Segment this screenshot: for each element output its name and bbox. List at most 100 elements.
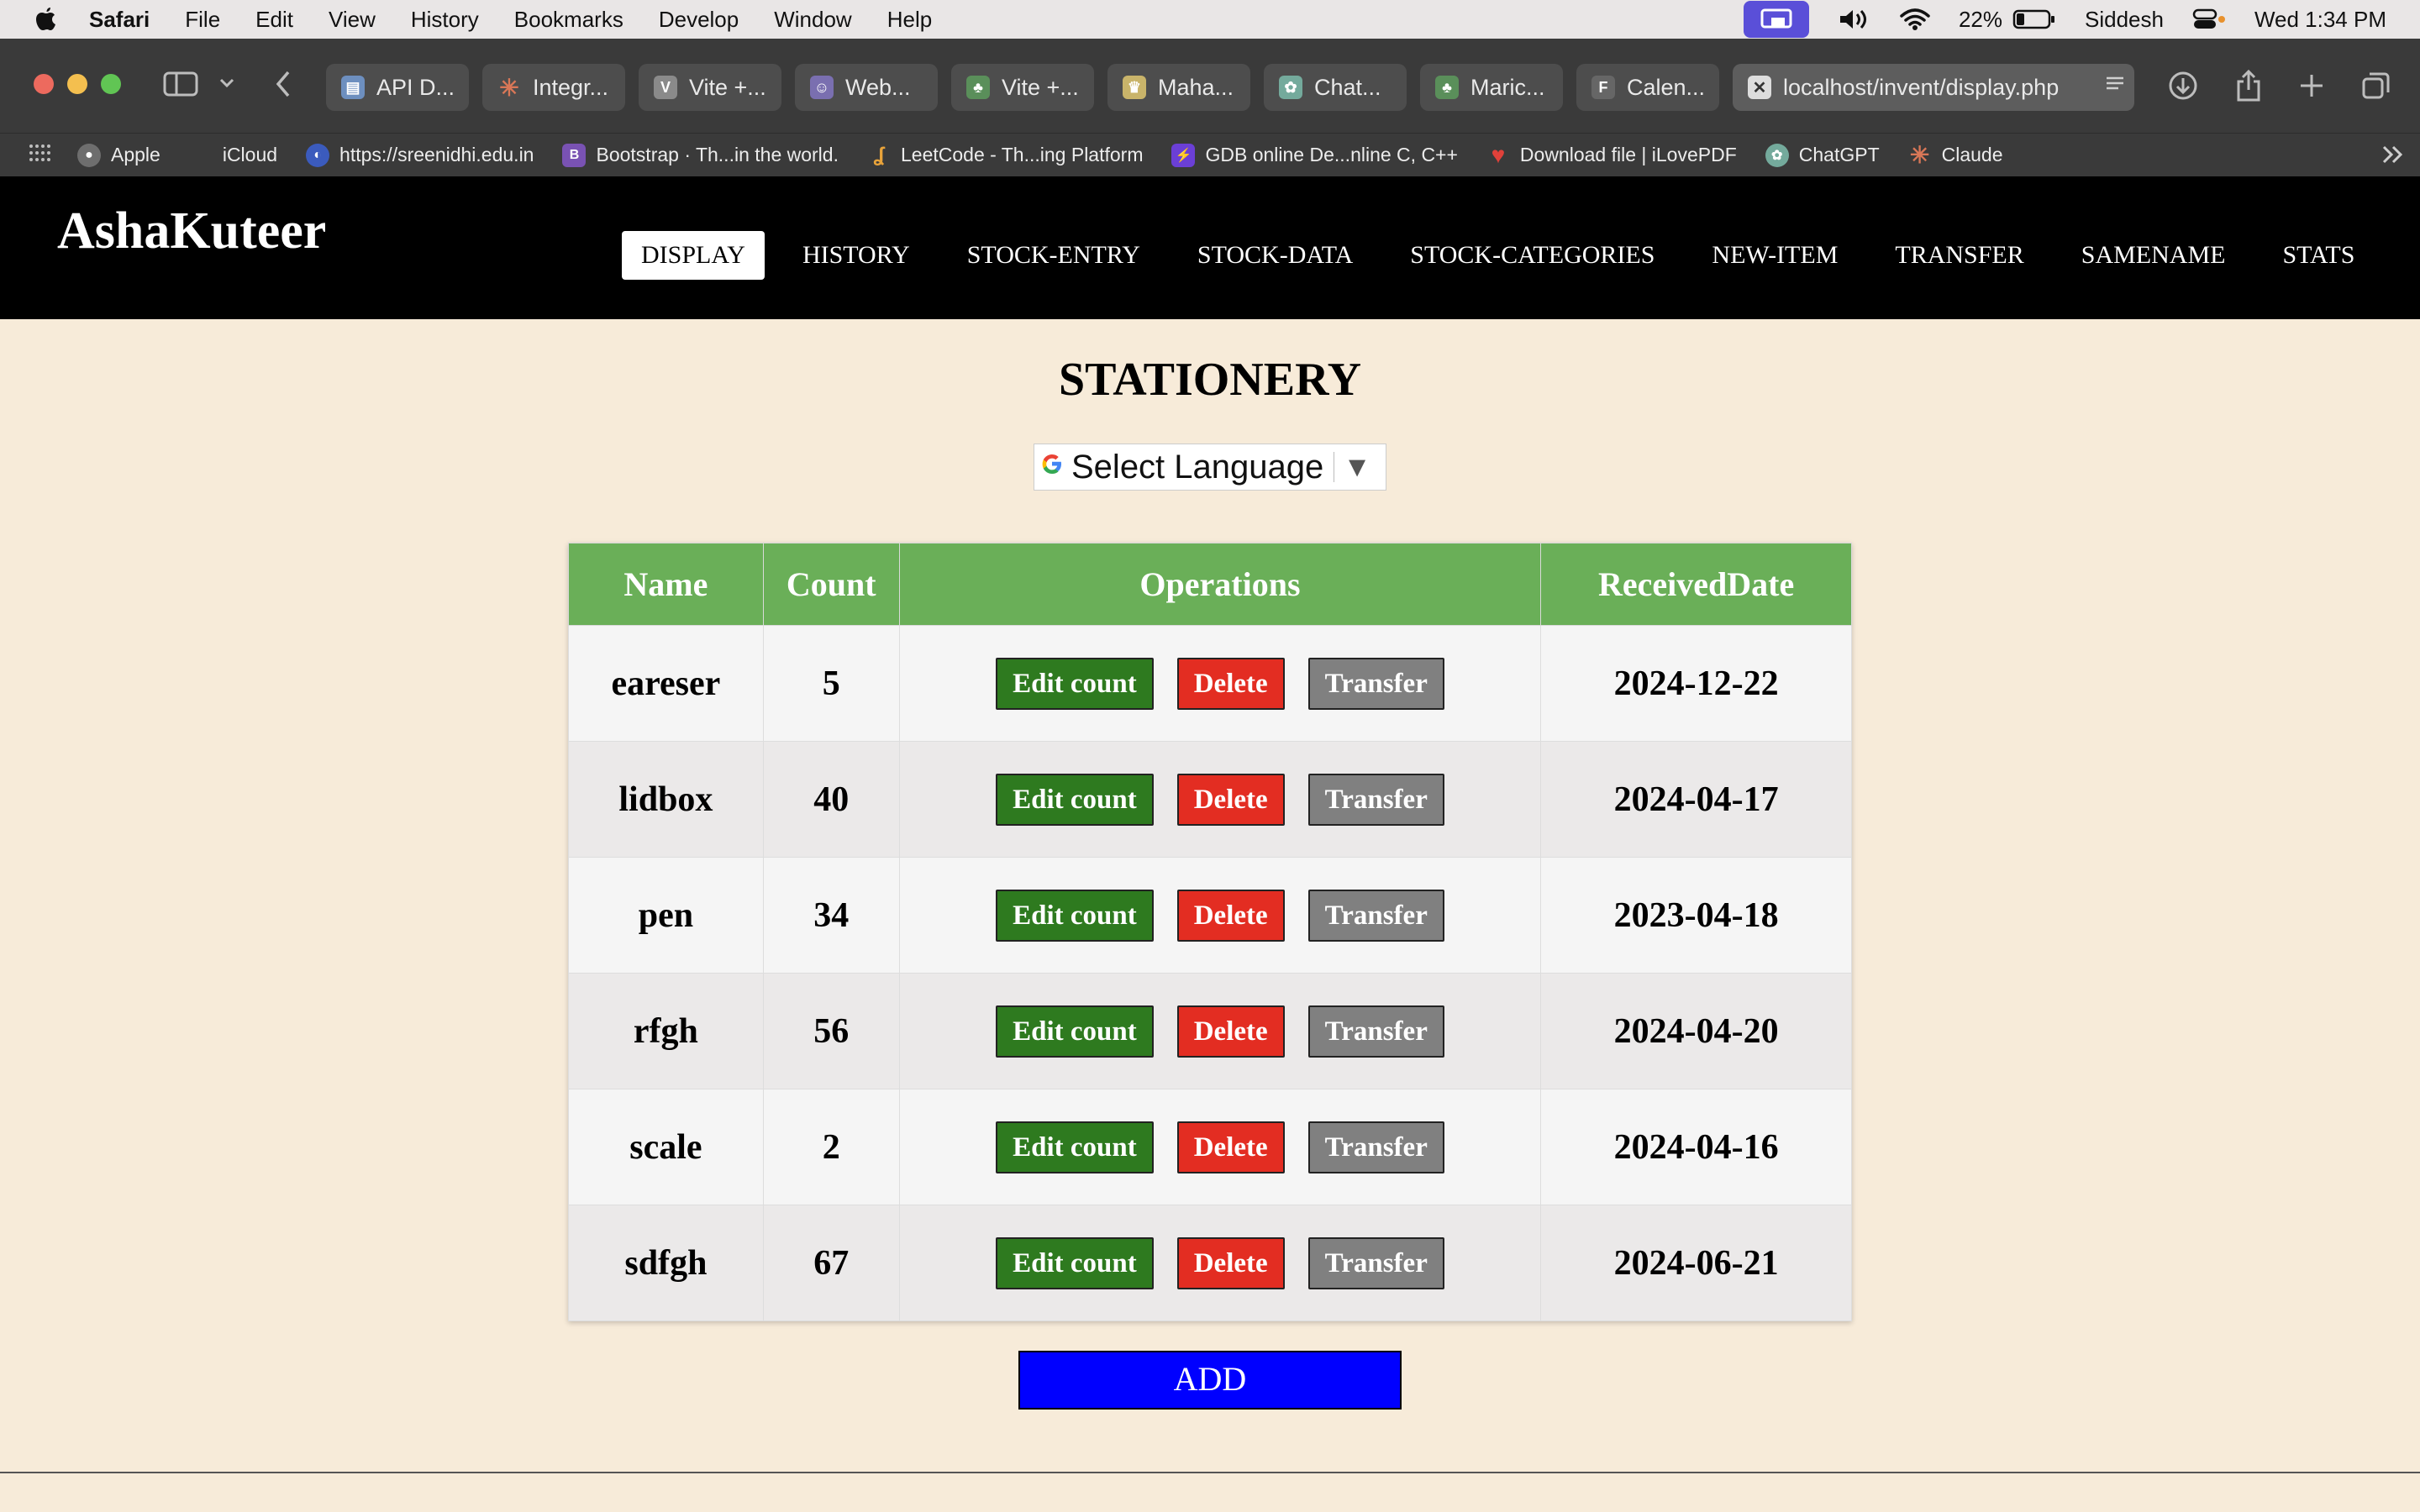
add-button[interactable]: ADD <box>1018 1351 1402 1410</box>
tab-chat[interactable]: ✿ Chat... <box>1264 64 1407 111</box>
close-icon[interactable]: ✕ <box>1748 76 1771 99</box>
tree-icon: ♣ <box>1435 76 1459 99</box>
delete-button[interactable]: Delete <box>1176 889 1285 942</box>
edit-count-button[interactable]: Edit count <box>996 1121 1154 1173</box>
menu-view[interactable]: View <box>329 7 376 33</box>
menu-bookmarks[interactable]: Bookmarks <box>514 7 623 33</box>
leetcode-icon: ʆ <box>873 143 885 166</box>
grid-icon[interactable] <box>29 144 50 167</box>
google-icon <box>1039 451 1065 483</box>
menu-develop[interactable]: Develop <box>659 7 739 33</box>
menu-edit[interactable]: Edit <box>255 7 293 33</box>
chevron-down-icon[interactable] <box>218 76 235 95</box>
menu-history[interactable]: History <box>411 7 479 33</box>
menu-file[interactable]: File <box>185 7 220 33</box>
nav-stats[interactable]: STATS <box>2263 231 2374 280</box>
chatgpt-icon: ✿ <box>1765 143 1789 167</box>
item-count: 2 <box>762 1089 900 1205</box>
reader-mode-icon[interactable] <box>2104 74 2126 102</box>
tab-maha[interactable]: ♛ Maha... <box>1107 64 1250 111</box>
nav-stock-categories[interactable]: STOCK-CATEGORIES <box>1391 231 1674 280</box>
delete-button[interactable]: Delete <box>1176 1121 1285 1173</box>
edit-count-button[interactable]: Edit count <box>996 773 1154 826</box>
close-window-button[interactable] <box>34 74 54 94</box>
tab-localhost-active[interactable]: ✕ localhost/invent/display.php <box>1733 64 2134 111</box>
operations-cell: Edit count Delete Transfer <box>898 1205 1542 1321</box>
user-name[interactable]: Siddesh <box>2085 7 2164 33</box>
bookmark-gdb[interactable]: ⚡ GDB online De...nline C, C++ <box>1171 143 1458 167</box>
language-select[interactable]: Select Language ▼ <box>1034 444 1386 491</box>
bolt-icon: ⚡ <box>1171 143 1196 167</box>
vite-icon: V <box>654 76 677 99</box>
nav-new-item[interactable]: NEW-ITEM <box>1692 231 1857 280</box>
tab-integr[interactable]: ✳ Integr... <box>482 64 625 111</box>
tab-maric[interactable]: ♣ Maric... <box>1420 64 1563 111</box>
nav-history[interactable]: HISTORY <box>783 231 929 280</box>
edit-count-button[interactable]: Edit count <box>996 1005 1154 1058</box>
downloads-icon[interactable] <box>2168 71 2198 105</box>
zoom-window-button[interactable] <box>101 74 121 94</box>
tab-calendar[interactable]: F Calen... <box>1576 64 1719 111</box>
screen-mirroring-icon[interactable] <box>1743 1 1809 38</box>
menu-app-name[interactable]: Safari <box>89 7 150 33</box>
item-name: rfgh <box>568 973 764 1089</box>
transfer-button[interactable]: Transfer <box>1307 1236 1444 1289</box>
operations-cell: Edit count Delete Transfer <box>898 741 1542 858</box>
sidebar-toggle-icon[interactable] <box>163 71 198 102</box>
bookmarks-bar: ● Apple iCloud ◐ https://sreenidhi.edu.i… <box>0 133 2420 176</box>
site-brand[interactable]: AshaKuteer <box>57 202 326 261</box>
transfer-button[interactable]: Transfer <box>1307 889 1444 942</box>
nav-stock-data[interactable]: STOCK-DATA <box>1178 231 1372 280</box>
tab-overview-icon[interactable] <box>2361 71 2391 105</box>
delete-button[interactable]: Delete <box>1176 657 1285 710</box>
transfer-button[interactable]: Transfer <box>1307 773 1444 826</box>
tab-label: Chat... <box>1314 74 1381 100</box>
bookmark-claude[interactable]: ✳ Claude <box>1908 142 2003 168</box>
share-icon[interactable] <box>2235 69 2262 106</box>
nav-samename[interactable]: SAMENAME <box>2062 231 2245 280</box>
apple-menu-icon[interactable] <box>32 7 60 32</box>
bookmark-sreenidhi[interactable]: ◐ https://sreenidhi.edu.in <box>306 143 534 167</box>
delete-button[interactable]: Delete <box>1176 1005 1285 1058</box>
edit-count-button[interactable]: Edit count <box>996 889 1154 942</box>
tab-vite-2[interactable]: ♣ Vite +... <box>951 64 1094 111</box>
transfer-button[interactable]: Transfer <box>1307 1005 1444 1058</box>
nav-transfer[interactable]: TRANSFER <box>1876 231 2043 280</box>
bookmark-leetcode[interactable]: ʆ LeetCode - Th...ing Platform <box>867 144 1144 167</box>
tab-web[interactable]: ☺ Web... <box>795 64 938 111</box>
transfer-button[interactable]: Transfer <box>1307 1121 1444 1173</box>
divider <box>0 1472 2420 1473</box>
nav-display[interactable]: DISPLAY <box>622 231 765 280</box>
bookmark-icloud[interactable]: iCloud <box>189 144 277 167</box>
bookmark-label: Claude <box>1941 144 2003 165</box>
new-tab-icon[interactable] <box>2299 73 2324 102</box>
item-count: 40 <box>762 741 900 858</box>
delete-button[interactable]: Delete <box>1176 773 1285 826</box>
bookmark-label: Download file | iLovePDF <box>1519 144 1737 165</box>
received-date: 2023-04-18 <box>1540 857 1852 974</box>
control-center-icon[interactable] <box>2192 8 2226 31</box>
menu-clock[interactable]: Wed 1:34 PM <box>2254 7 2386 33</box>
transfer-button[interactable]: Transfer <box>1307 657 1444 710</box>
edit-count-button[interactable]: Edit count <box>996 1236 1154 1289</box>
tab-vite-1[interactable]: V Vite +... <box>639 64 781 111</box>
back-arrow-icon[interactable] <box>274 69 292 103</box>
more-bookmarks-icon[interactable] <box>2381 144 2405 171</box>
bookmark-bootstrap[interactable]: B Bootstrap · Th...in the world. <box>562 143 839 167</box>
menu-window[interactable]: Window <box>774 7 851 33</box>
menu-help[interactable]: Help <box>887 7 932 33</box>
nav-stock-entry[interactable]: STOCK-ENTRY <box>948 231 1160 280</box>
edit-count-button[interactable]: Edit count <box>996 657 1154 710</box>
battery-icon[interactable] <box>2012 8 2056 30</box>
wifi-icon[interactable] <box>1900 8 1930 31</box>
tab-api-docs[interactable]: ▤ API D... <box>326 64 469 111</box>
volume-icon[interactable] <box>1838 8 1871 31</box>
bookmark-chatgpt[interactable]: ✿ ChatGPT <box>1765 143 1880 167</box>
bookmark-ilovepdf[interactable]: ♥ Download file | iLovePDF <box>1486 142 1737 168</box>
minimize-window-button[interactable] <box>67 74 87 94</box>
bookmark-label: https://sreenidhi.edu.in <box>339 144 534 165</box>
tab-label: Maric... <box>1470 74 1545 100</box>
delete-button[interactable]: Delete <box>1176 1236 1285 1289</box>
bookmark-apple[interactable]: ● Apple <box>77 143 160 167</box>
item-count: 67 <box>762 1205 900 1321</box>
